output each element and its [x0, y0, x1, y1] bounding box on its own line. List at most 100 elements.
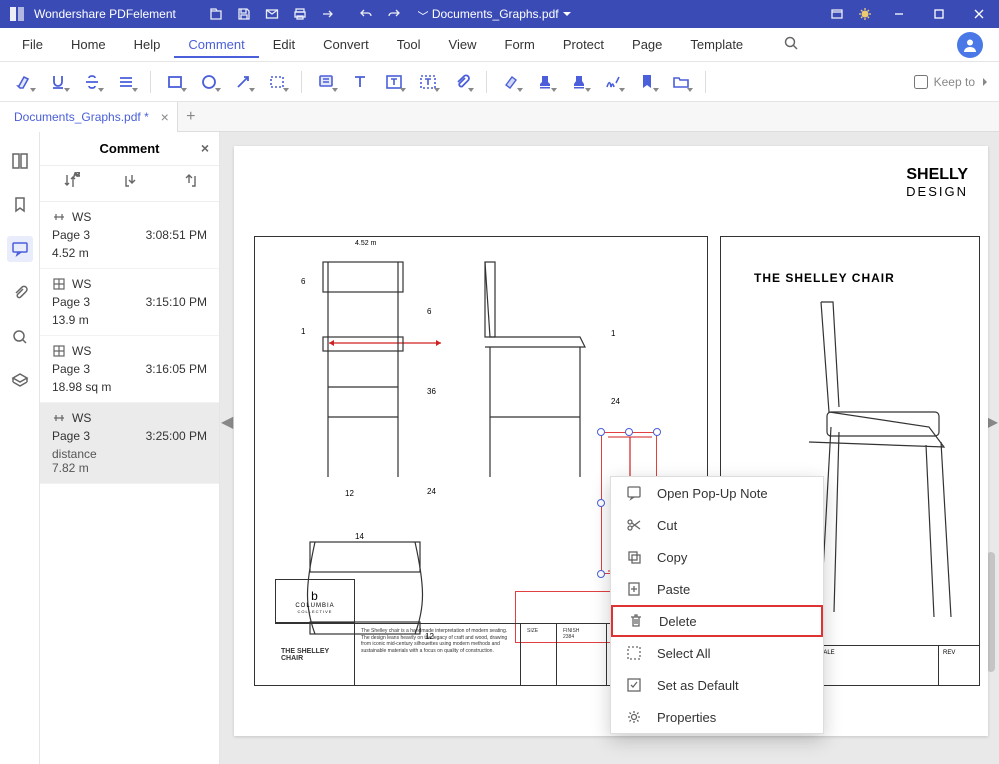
- paste-icon: [625, 580, 643, 598]
- app-logo-icon: [6, 3, 28, 25]
- comments-panel-icon[interactable]: [7, 236, 33, 262]
- dim-label: 4.52 m: [355, 240, 376, 247]
- document-tab-bar: Documents_Graphs.pdf * × +: [0, 102, 999, 132]
- bookmark-tool-icon[interactable]: [633, 68, 661, 96]
- menu-view[interactable]: View: [435, 31, 491, 58]
- comment-list: WS Page 33:08:51 PM 4.52 m WS Page 33:15…: [40, 202, 219, 764]
- close-panel-icon[interactable]: ×: [201, 140, 209, 156]
- eraser-tool-icon[interactable]: [497, 68, 525, 96]
- keep-checkbox[interactable]: [914, 75, 928, 89]
- menu-bar: File Home Help Comment Edit Convert Tool…: [0, 28, 999, 62]
- window-icon[interactable]: [825, 2, 849, 26]
- text-tool-icon[interactable]: [346, 68, 374, 96]
- keep-label: Keep to: [934, 75, 975, 89]
- menu-tool[interactable]: Tool: [383, 31, 435, 58]
- underline-tool-icon[interactable]: [44, 68, 72, 96]
- menu-template[interactable]: Template: [676, 31, 757, 58]
- ctx-open-popup[interactable]: Open Pop-Up Note: [611, 477, 823, 509]
- circle-shape-icon[interactable]: [195, 68, 223, 96]
- close-tab-icon[interactable]: ×: [161, 110, 169, 124]
- arrow-shape-icon[interactable]: [229, 68, 257, 96]
- search-panel-icon[interactable]: [7, 324, 33, 350]
- maximize-button[interactable]: [919, 0, 959, 28]
- attachments-panel-icon[interactable]: [7, 280, 33, 306]
- comment-item[interactable]: WS Page 33:15:10 PM 13.9 m: [40, 269, 219, 336]
- mail-icon[interactable]: [260, 2, 284, 26]
- menu-home[interactable]: Home: [57, 31, 120, 58]
- crop-shape-icon[interactable]: [263, 68, 291, 96]
- import-icon[interactable]: [123, 173, 139, 194]
- attach-tool-icon[interactable]: [448, 68, 476, 96]
- ctx-select-all[interactable]: Select All: [611, 637, 823, 669]
- rect-shape-icon[interactable]: [161, 68, 189, 96]
- minimize-button[interactable]: [879, 0, 919, 28]
- brand-text: SHELLY: [906, 166, 968, 184]
- undo-icon[interactable]: [354, 2, 378, 26]
- menu-file[interactable]: File: [8, 31, 57, 58]
- sort-icon[interactable]: AZ: [62, 172, 80, 195]
- menu-search-icon[interactable]: [777, 29, 805, 60]
- ctx-set-default[interactable]: Set as Default: [611, 669, 823, 701]
- title-bar: Wondershare PDFelement Documents_Graphs.…: [0, 0, 999, 28]
- copy-icon: [625, 548, 643, 566]
- new-tab-button[interactable]: +: [178, 104, 204, 130]
- sidebar-title: Comment: [100, 141, 160, 156]
- comment-item[interactable]: WS Page 33:25:00 PM distance 7.82 m: [40, 403, 219, 484]
- keep-to-checkbox[interactable]: Keep to: [914, 75, 989, 89]
- layers-panel-icon[interactable]: [7, 368, 33, 394]
- doc-name: Documents_Graphs.pdf: [432, 7, 559, 21]
- stamp2-tool-icon[interactable]: [565, 68, 593, 96]
- ctx-cut[interactable]: Cut: [611, 509, 823, 541]
- ctx-delete[interactable]: Delete: [611, 605, 823, 637]
- logo-block: bCOLUMBIACOLLECTIVE: [275, 579, 355, 623]
- comment-item[interactable]: WS Page 33:08:51 PM 4.52 m: [40, 202, 219, 269]
- note-tool-icon[interactable]: [312, 68, 340, 96]
- menu-form[interactable]: Form: [491, 31, 549, 58]
- close-window-button[interactable]: [959, 0, 999, 28]
- sign-tool-icon[interactable]: [599, 68, 627, 96]
- share-icon[interactable]: [316, 2, 340, 26]
- vertical-scrollbar[interactable]: [987, 552, 995, 672]
- open-icon[interactable]: [204, 2, 228, 26]
- menu-page[interactable]: Page: [618, 31, 676, 58]
- scissors-icon: [625, 516, 643, 534]
- ctx-properties[interactable]: Properties: [611, 701, 823, 733]
- document-tab[interactable]: Documents_Graphs.pdf * ×: [0, 102, 178, 132]
- highlight-tool-icon[interactable]: [10, 68, 38, 96]
- menu-convert[interactable]: Convert: [309, 31, 383, 58]
- comment-toolbar: Keep to: [0, 62, 999, 102]
- print-icon[interactable]: [288, 2, 312, 26]
- list-tool-icon[interactable]: [112, 68, 140, 96]
- note-icon: [625, 484, 643, 502]
- comment-item[interactable]: WS Page 33:16:05 PM 18.98 sq m: [40, 336, 219, 403]
- svg-text:AZ: AZ: [74, 172, 80, 178]
- theme-icon[interactable]: [853, 2, 877, 26]
- export-icon[interactable]: [182, 173, 198, 194]
- brand-subtext: DESIGN: [906, 184, 968, 199]
- ctx-paste[interactable]: Paste: [611, 573, 823, 605]
- stamp1-tool-icon[interactable]: [531, 68, 559, 96]
- folder-tool-icon[interactable]: [667, 68, 695, 96]
- gear-icon: [625, 708, 643, 726]
- user-avatar-icon[interactable]: [957, 32, 983, 58]
- strikethrough-tool-icon[interactable]: [78, 68, 106, 96]
- check-icon: [625, 676, 643, 694]
- collapse-left-icon[interactable]: ◀: [221, 412, 233, 432]
- app-title: Wondershare PDFelement: [34, 7, 176, 21]
- menu-edit[interactable]: Edit: [259, 31, 309, 58]
- ctx-copy[interactable]: Copy: [611, 541, 823, 573]
- menu-protect[interactable]: Protect: [549, 31, 618, 58]
- bookmark-panel-icon[interactable]: [7, 192, 33, 218]
- menu-help[interactable]: Help: [120, 31, 175, 58]
- save-icon[interactable]: [232, 2, 256, 26]
- chair-side-icon: [465, 257, 605, 487]
- comments-sidebar: Comment × AZ WS Page 33:08:51 PM 4.52 m …: [40, 132, 220, 764]
- context-menu: Open Pop-Up Note Cut Copy Paste Delete S…: [610, 476, 824, 734]
- thumbnails-icon[interactable]: [7, 148, 33, 174]
- chair-front-icon: [303, 257, 423, 487]
- menu-comment[interactable]: Comment: [174, 31, 258, 58]
- trash-icon: [627, 612, 645, 630]
- redo-icon[interactable]: [382, 2, 406, 26]
- textbox-tool-icon[interactable]: [380, 68, 408, 96]
- callout-tool-icon[interactable]: [414, 68, 442, 96]
